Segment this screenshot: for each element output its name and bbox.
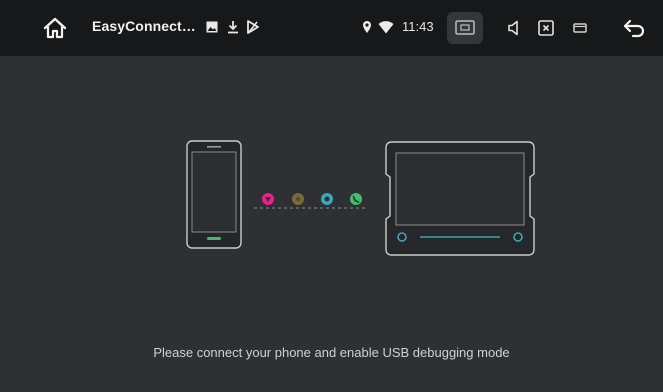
location-icon [361, 19, 373, 35]
image-notification-icon [205, 20, 219, 34]
status-bar: EasyConnect… 11:43 [0, 0, 663, 56]
no-sim-signal-icon [246, 19, 260, 35]
phone-illustration [186, 140, 242, 249]
app-title: EasyConnect… [92, 18, 196, 34]
teal-app-dot-icon [321, 193, 333, 205]
back-icon[interactable] [619, 14, 649, 42]
usb-debugging-message: Please connect your phone and enable USB… [153, 345, 510, 360]
red-app-dot-icon [262, 193, 274, 205]
green-phone-dot-icon [350, 193, 362, 205]
clock: 11:43 [402, 19, 434, 34]
download-icon [226, 19, 240, 35]
volume-icon[interactable] [505, 17, 523, 39]
connection-dots [254, 193, 368, 209]
brown-app-dot-icon [292, 193, 304, 205]
home-icon[interactable] [40, 14, 70, 42]
connection-illustration [186, 140, 535, 256]
close-window-icon[interactable] [536, 17, 556, 39]
wifi-icon [377, 19, 395, 35]
easyconnect-screen: EasyConnect… 11:43 Please connect your p… [0, 0, 663, 392]
window-icon[interactable] [571, 19, 589, 37]
car-head-unit-illustration [385, 141, 535, 256]
screen-cast-icon[interactable] [452, 17, 478, 39]
